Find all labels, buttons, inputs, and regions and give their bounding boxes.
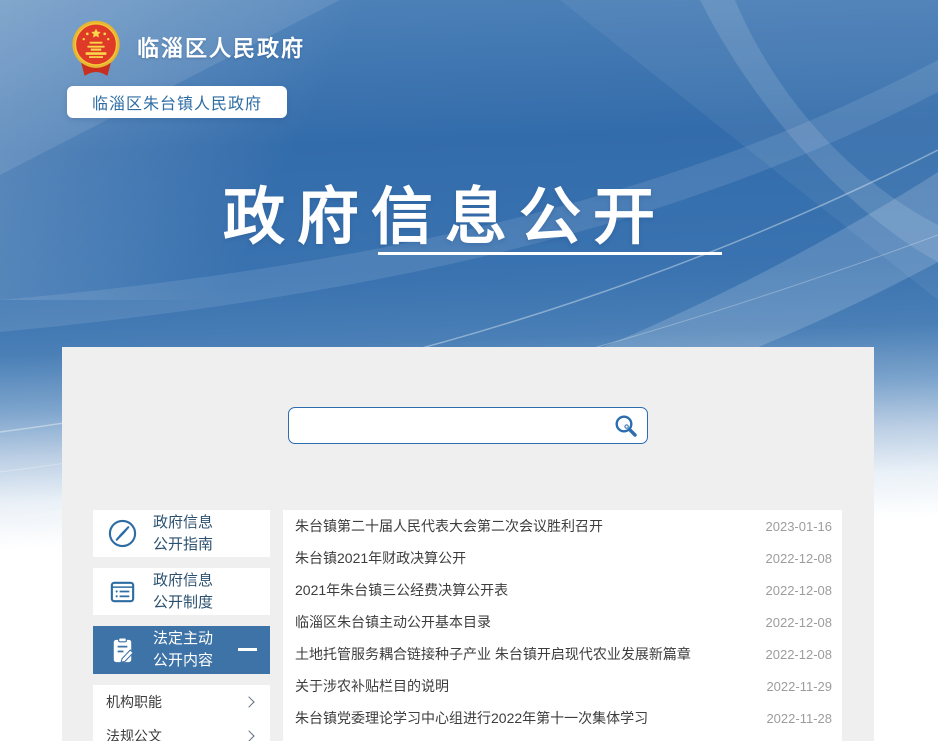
news-row: 朱台镇2021年财政决算公开 2022-12-08 [283, 542, 842, 574]
page-title: 政府信息公开 [0, 166, 914, 256]
sidebar-item-label-line1: 法定主动 [153, 628, 213, 650]
sidebar-item-label-line1: 政府信息 [153, 512, 213, 534]
news-row: 2021年朱台镇三公经费决算公开表 2022-12-08 [283, 574, 842, 606]
site-header: 临淄区人民政府 [68, 18, 305, 76]
news-date: 2022-12-08 [766, 551, 833, 566]
sidebar-item-label-line2: 公开内容 [153, 650, 213, 672]
search-button[interactable] [605, 408, 647, 443]
sidebar-item[interactable]: 法定主动 公开内容 [93, 626, 270, 674]
search-input[interactable] [289, 408, 605, 443]
chevron-right-icon [243, 696, 254, 707]
submenu-item-label: 法规公文 [106, 726, 162, 741]
collapse-minus-icon[interactable] [238, 648, 257, 651]
news-date: 2022-11-28 [766, 711, 832, 726]
compass-icon [107, 518, 138, 549]
sidebar-submenu-item[interactable]: 机构职能 [93, 685, 270, 719]
search-icon [613, 413, 639, 439]
news-date: 2023-01-16 [766, 519, 833, 534]
news-title-link[interactable]: 临淄区朱台镇主动公开基本目录 [295, 612, 491, 632]
sidebar-items: 政府信息 公开指南 政府信息 公开制度 法定主动 公开内容 [93, 510, 270, 674]
search-bar [288, 407, 648, 444]
document-icon [106, 575, 139, 608]
compass-icon [106, 517, 139, 550]
chevron-right-icon [243, 730, 254, 741]
submenu-item-label: 机构职能 [106, 692, 162, 712]
clipboard-edit-icon [107, 635, 138, 666]
sidebar-submenu-item[interactable]: 法规公文 [93, 719, 270, 741]
title-underline [378, 252, 722, 255]
sidebar-submenu: 机构职能 法规公文 [93, 685, 270, 741]
news-date: 2022-12-08 [766, 615, 833, 630]
town-gov-badge[interactable]: 临淄区朱台镇人民政府 [67, 86, 287, 118]
sidebar: 政府信息 公开指南 政府信息 公开制度 法定主动 公开内容 机构职能 法规公文 [93, 510, 270, 741]
news-date: 2022-12-08 [766, 647, 833, 662]
news-title-link[interactable]: 关于涉农补贴栏目的说明 [295, 676, 449, 696]
clipboard-edit-icon [106, 634, 139, 667]
news-row: 临淄区朱台镇主动公开基本目录 2022-12-08 [283, 606, 842, 638]
news-title-link[interactable]: 朱台镇2021年财政决算公开 [295, 548, 466, 568]
news-title-link[interactable]: 土地托管服务耦合链接种子产业 朱台镇开启现代农业发展新篇章 [295, 644, 691, 664]
news-date: 2022-11-29 [766, 679, 832, 694]
news-row: 土地托管服务耦合链接种子产业 朱台镇开启现代农业发展新篇章 2022-12-08 [283, 638, 842, 670]
news-date: 2022-12-08 [766, 583, 833, 598]
news-title-link[interactable]: 朱台镇第二十届人民代表大会第二次会议胜利召开 [295, 516, 603, 536]
page: 临淄区人民政府 临淄区朱台镇人民政府 政府信息公开 政府信息 公开指南 [0, 0, 938, 741]
news-row: 朱台镇第二十届人民代表大会第二次会议胜利召开 2023-01-16 [283, 510, 842, 542]
sidebar-item-label-line2: 公开指南 [153, 534, 213, 556]
national-emblem-icon [68, 18, 124, 76]
content-panel: 政府信息 公开指南 政府信息 公开制度 法定主动 公开内容 机构职能 法规公文 [62, 347, 874, 741]
news-title-link[interactable]: 2021年朱台镇三公经费决算公开表 [295, 580, 508, 600]
news-list: 朱台镇第二十届人民代表大会第二次会议胜利召开 2023-01-16 朱台镇202… [283, 510, 842, 741]
sidebar-item[interactable]: 政府信息 公开指南 [93, 510, 270, 557]
news-title-link[interactable]: 朱台镇党委理论学习中心组进行2022年第十一次集体学习 [295, 708, 648, 728]
document-icon [107, 576, 138, 607]
news-row: 朱台镇党委理论学习中心组进行2022年第十一次集体学习 2022-11-28 [283, 702, 842, 734]
parent-gov-name: 临淄区人民政府 [137, 31, 305, 63]
sidebar-item-label-line2: 公开制度 [153, 592, 213, 614]
sidebar-item-label-line1: 政府信息 [153, 570, 213, 592]
sidebar-item[interactable]: 政府信息 公开制度 [93, 568, 270, 615]
news-row: 关于涉农补贴栏目的说明 2022-11-29 [283, 670, 842, 702]
